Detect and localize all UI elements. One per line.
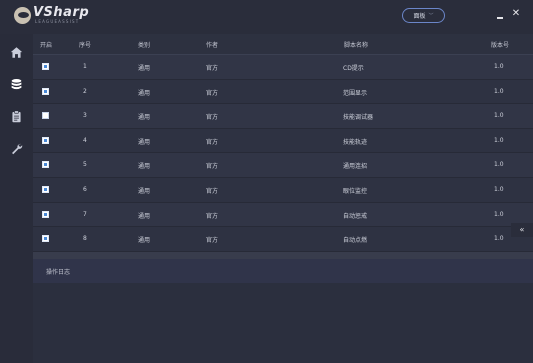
cell-index: 5 <box>83 161 87 169</box>
cell-version: 1.0 <box>494 63 504 70</box>
table-row[interactable]: 1 通用 官方 CD提示 1.0 <box>33 55 533 80</box>
enable-checkbox[interactable] <box>42 161 49 169</box>
cell-index: 2 <box>83 87 87 95</box>
cell-version: 1.0 <box>494 185 504 193</box>
cell-version: 1.0 <box>494 161 504 169</box>
cell-author: 官方 <box>206 114 219 122</box>
script-table-body: 1 通用 官方 CD提示 1.0 2 通用 官方 范围显示 1.0 3 通用 官方 技能调试器 1.0 4 通用… <box>33 55 533 252</box>
header-author: 作者 <box>206 42 219 49</box>
table-row[interactable]: 5 通用 官方 通用连招 1.0 <box>33 153 533 178</box>
cell-category: 通用 <box>138 163 151 171</box>
log-header: 操作日志 <box>33 259 533 283</box>
chevron-down-icon: ﹀ <box>428 13 434 19</box>
cell-author: 官方 <box>206 163 219 171</box>
cell-category: 通用 <box>138 187 151 195</box>
cell-script-name: 自动点燃 <box>343 237 368 245</box>
cell-index: 4 <box>83 136 87 144</box>
header-version: 版本号 <box>491 42 510 49</box>
cell-version: 1.0 <box>494 210 504 218</box>
logo-mark-icon <box>14 6 31 24</box>
wrench-icon[interactable] <box>8 140 24 156</box>
enable-checkbox[interactable] <box>42 210 49 218</box>
sidebar <box>0 34 33 363</box>
header-enabled: 开启 <box>40 42 53 49</box>
cell-category: 通用 <box>138 212 151 220</box>
cell-script-name: 技能调试器 <box>343 114 374 122</box>
cell-author: 官方 <box>206 89 219 97</box>
title-bar: VSharp LEAGUEASSIST 面板 ﹀ ✕ <box>0 0 533 34</box>
cell-version: 1.0 <box>494 136 504 144</box>
close-button[interactable]: ✕ <box>511 9 521 19</box>
table-row[interactable]: 8 通用 官方 自动点燃 1.0 <box>33 227 533 252</box>
cell-index: 1 <box>83 63 87 70</box>
horizontal-scrollbar[interactable] <box>33 252 533 259</box>
cell-author: 官方 <box>206 138 219 146</box>
database-icon[interactable] <box>8 76 24 92</box>
app-logo: VSharp LEAGUEASSIST <box>14 6 89 24</box>
cell-script-name: 通用连招 <box>343 163 368 171</box>
cell-script-name: 自动惩戒 <box>343 212 368 220</box>
enable-checkbox[interactable] <box>42 87 49 95</box>
cell-author: 官方 <box>206 237 219 245</box>
clipboard-icon[interactable] <box>8 108 24 124</box>
header-script-name: 脚本名称 <box>344 42 369 49</box>
cell-script-name: 技能轨迹 <box>343 138 368 146</box>
table-row[interactable]: 7 通用 官方 自动惩戒 1.0 <box>33 202 533 228</box>
enable-checkbox[interactable] <box>42 185 49 193</box>
home-icon[interactable] <box>8 44 24 60</box>
cell-category: 通用 <box>138 114 151 122</box>
script-panel: 开启 序号 类别 作者 脚本名称 版本号 1 通用 官方 CD提示 1.0 2 通用 官方 范围… <box>33 34 533 363</box>
cell-version: 1.0 <box>494 235 504 243</box>
app-window: VSharp LEAGUEASSIST 面板 ﹀ ✕ 开启 序号 类别 作者 脚… <box>0 0 533 363</box>
collapse-button[interactable]: « <box>511 223 533 237</box>
cell-category: 通用 <box>138 138 151 146</box>
log-title: 操作日志 <box>46 269 71 276</box>
table-row[interactable]: 4 通用 官方 技能轨迹 1.0 <box>33 128 533 154</box>
header-category: 类别 <box>138 42 151 49</box>
panel-dropdown-button[interactable]: 面板 ﹀ <box>402 8 445 23</box>
cell-index: 7 <box>83 210 87 218</box>
enable-checkbox[interactable] <box>42 235 49 243</box>
cell-index: 3 <box>83 112 87 120</box>
panel-label: 面板 <box>413 13 426 20</box>
enable-checkbox[interactable] <box>42 136 49 144</box>
table-header: 开启 序号 类别 作者 脚本名称 版本号 <box>33 34 533 55</box>
enable-checkbox[interactable] <box>42 112 49 120</box>
cell-script-name: 眼位监控 <box>343 187 368 195</box>
cell-index: 6 <box>83 185 87 193</box>
table-row[interactable]: 6 通用 官方 眼位监控 1.0 <box>33 177 533 203</box>
cell-category: 通用 <box>138 65 151 72</box>
cell-category: 通用 <box>138 89 151 97</box>
cell-category: 通用 <box>138 237 151 245</box>
cell-version: 1.0 <box>494 87 504 95</box>
header-index: 序号 <box>79 42 92 49</box>
enable-checkbox[interactable] <box>42 63 49 70</box>
app-name: VSharp <box>33 5 90 20</box>
cell-index: 8 <box>83 235 87 243</box>
cell-author: 官方 <box>206 187 219 195</box>
table-row[interactable]: 3 通用 官方 技能调试器 1.0 <box>33 104 533 129</box>
minimize-button[interactable] <box>496 10 504 20</box>
cell-script-name: 范围显示 <box>343 89 368 97</box>
log-output <box>33 283 533 363</box>
cell-author: 官方 <box>206 212 219 220</box>
app-subtitle: LEAGUEASSIST <box>35 19 80 24</box>
cell-script-name: CD提示 <box>343 65 364 72</box>
cell-version: 1.0 <box>494 112 504 120</box>
cell-author: 官方 <box>206 65 219 72</box>
table-row[interactable]: 2 通用 官方 范围显示 1.0 <box>33 79 533 105</box>
